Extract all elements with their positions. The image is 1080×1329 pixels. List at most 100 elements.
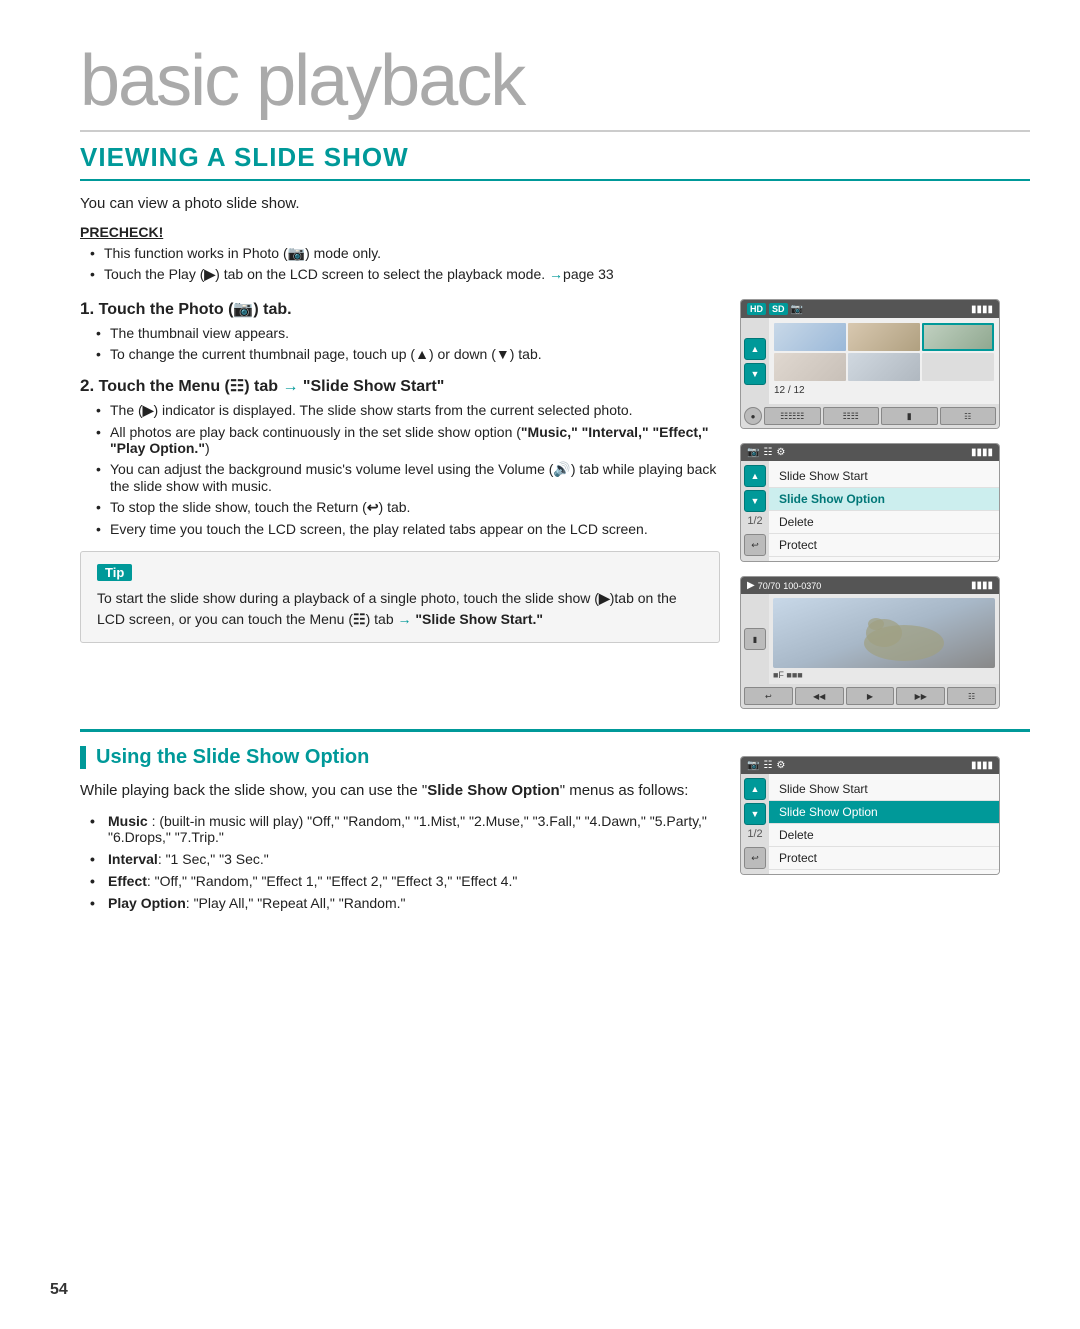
step-2: 2. Touch the Menu (☷) tab → "Slide Show … <box>80 376 720 537</box>
page-number: 54 <box>50 1281 68 1299</box>
camera-body-1: ▲ ▼ 12 / 12 <box>741 318 999 404</box>
camera-ui-4: 📷 ☷ ⚙ ▮▮▮▮ ▲ ▼ 1/2 ↩ <box>740 756 1000 875</box>
thumb-4 <box>774 353 846 381</box>
section-heading: VIEWING A SLIDE SHOW <box>80 142 1030 181</box>
step-1-bullet-2: To change the current thumbnail page, to… <box>96 346 720 362</box>
step-2-bullet-5: Every time you touch the LCD screen, the… <box>96 521 720 537</box>
slide-show-start-item-4[interactable]: Slide Show Start <box>769 778 999 801</box>
dog-silhouette-3 <box>773 598 995 668</box>
up-arrow-btn-4[interactable]: ▲ <box>744 778 766 800</box>
camera-top-bar-3: ▶ 70/70 100-0370 ▮▮▮▮ <box>741 577 999 594</box>
single-btn[interactable]: ▮ <box>881 407 938 425</box>
top-icons-2: 📷 ☷ ⚙ <box>747 447 785 458</box>
subsection-item-effect: Effect: "Off," "Random," "Effect 1," "Ef… <box>90 873 720 889</box>
step-2-bullet-2: All photos are play back continuously in… <box>96 424 720 456</box>
bottom-content: Using the Slide Show Option While playin… <box>80 746 1030 921</box>
return-btn-2[interactable]: ↩ <box>744 534 766 556</box>
bottom-right: 📷 ☷ ⚙ ▮▮▮▮ ▲ ▼ 1/2 ↩ <box>740 746 1030 921</box>
main-content: 1. Touch the Photo (📷) tab. The thumbnai… <box>80 299 1030 709</box>
sd-icon: SD <box>769 303 788 315</box>
camera-ui-2: 📷 ☷ ⚙ ▮▮▮▮ ▲ ▼ 1/2 ↩ Slide Show Start Sl… <box>740 443 1000 562</box>
camera-bottom-bar-3: ↩ ◀◀ ▶ ▶▶ ☷ <box>741 684 999 708</box>
step-2-bullet-4: To stop the slide show, touch the Return… <box>96 499 720 516</box>
precheck-item-1: This function works in Photo (📷) mode on… <box>90 245 1030 262</box>
battery-icon-4: ▮▮▮▮ <box>971 760 993 771</box>
thumb-5 <box>848 353 920 381</box>
page-title: basic playback <box>80 40 1030 132</box>
step-1-header: 1. Touch the Photo (📷) tab. <box>80 299 720 319</box>
battery-indicator-2: ▮▮▮▮ <box>971 447 993 458</box>
camera-bottom-bar-1: ● ☷☷☷ ☷☷ ▮ ☷ <box>741 404 999 428</box>
skip-back-btn[interactable]: ◀◀ <box>795 687 844 705</box>
battery-icon-3: ▮▮▮▮ <box>971 580 993 591</box>
photo-area-3 <box>773 598 995 668</box>
top-icons-1: HD SD 📷 <box>747 303 803 315</box>
precheck-list: This function works in Photo (📷) mode on… <box>80 245 1030 283</box>
thumb-6 <box>922 353 994 381</box>
left-column: 1. Touch the Photo (📷) tab. The thumbnai… <box>80 299 720 709</box>
grid-btn-1[interactable]: ☷☷☷ <box>764 407 821 425</box>
step-2-header: 2. Touch the Menu (☷) tab → "Slide Show … <box>80 376 720 396</box>
up-arrow-btn-1[interactable]: ▲ <box>744 338 766 360</box>
subsection-intro: While playing back the slide show, you c… <box>80 779 720 803</box>
camera-top-bar-1: HD SD 📷 ▮▮▮▮ <box>741 300 999 318</box>
slide-show-option-item-4[interactable]: Slide Show Option <box>769 801 999 824</box>
camera-ui-1: HD SD 📷 ▮▮▮▮ ▲ ▼ <box>740 299 1000 429</box>
up-arrow-btn-2[interactable]: ▲ <box>744 465 766 487</box>
precheck-item-2: Touch the Play (▶) tab on the LCD screen… <box>90 266 1030 283</box>
tip-label: Tip <box>97 564 132 581</box>
down-arrow-btn-1[interactable]: ▼ <box>744 363 766 385</box>
subsection-list: Music : (built-in music will play) "Off,… <box>80 813 720 911</box>
return-btn-4[interactable]: ↩ <box>744 847 766 869</box>
camera-top-bar-4: 📷 ☷ ⚙ ▮▮▮▮ <box>741 757 999 774</box>
menu-body-4: ▲ ▼ 1/2 ↩ Slide Show Start Slide Show Op… <box>741 774 999 874</box>
step-1-list: The thumbnail view appears. To change th… <box>80 325 720 362</box>
battery-icon-2: ▮▮▮▮ <box>971 447 993 458</box>
protect-item-2[interactable]: Protect <box>769 534 999 557</box>
battery-icon-1: ▮▮▮▮ <box>971 304 993 315</box>
file-icon: 100-0370 <box>783 581 821 591</box>
menu-items-list-4: Slide Show Start Slide Show Option Delet… <box>769 774 999 874</box>
camera-content-1: 12 / 12 <box>769 318 999 404</box>
down-arrow-btn-2[interactable]: ▼ <box>744 490 766 512</box>
playback-icon-3: ▶ <box>747 580 755 591</box>
thumb-2 <box>848 323 920 351</box>
resolution-indicator-3: ■F ■■■ <box>773 670 995 680</box>
thumb-3-selected <box>922 323 994 351</box>
camera-body-3: ▮ ■F ■■■ <box>741 594 999 684</box>
tip-box: Tip To start the slide show during a pla… <box>80 551 720 643</box>
volume-btn[interactable]: ▮ <box>744 628 766 650</box>
delete-item-2[interactable]: Delete <box>769 511 999 534</box>
step-2-bullet-3: You can adjust the background music's vo… <box>96 461 720 494</box>
subsection: Using the Slide Show Option While playin… <box>80 729 1030 921</box>
subsection-item-play-option: Play Option: "Play All," "Repeat All," "… <box>90 895 720 911</box>
step-1-bullet-1: The thumbnail view appears. <box>96 325 720 341</box>
record-btn-1[interactable]: ● <box>744 407 762 425</box>
protect-item-4[interactable]: Protect <box>769 847 999 870</box>
gear-icon-4: ⚙ <box>776 760 785 771</box>
camera-top-bar-2: 📷 ☷ ⚙ ▮▮▮▮ <box>741 444 999 461</box>
battery-indicator-3: ▮▮▮▮ <box>971 580 993 591</box>
skip-forward-btn[interactable]: ▶▶ <box>896 687 945 705</box>
gear-icon-2: ⚙ <box>776 447 785 458</box>
down-arrow-btn-4[interactable]: ▼ <box>744 803 766 825</box>
battery-indicator-1: ▮▮▮▮ <box>971 304 993 315</box>
photo-icon-4: 📷 <box>747 760 759 771</box>
subsection-title: Using the Slide Show Option <box>80 746 720 769</box>
list-icon-2: ☷ <box>763 447 772 458</box>
return-btn-3[interactable]: ↩ <box>744 687 793 705</box>
menu-btn-3[interactable]: ☷ <box>947 687 996 705</box>
intro-text: You can view a photo slide show. <box>80 195 1030 212</box>
delete-item-4[interactable]: Delete <box>769 824 999 847</box>
page-indicator-2: 1/2 <box>744 515 766 527</box>
menu-left-nav-2: ▲ ▼ 1/2 ↩ <box>741 461 769 561</box>
play-pause-btn[interactable]: ▶ <box>846 687 895 705</box>
menu-btn-1[interactable]: ☷ <box>940 407 997 425</box>
list-icon-4: ☷ <box>763 760 772 771</box>
slide-show-start-item-2[interactable]: Slide Show Start <box>769 465 999 488</box>
photo-count-1: 12 / 12 <box>774 385 994 396</box>
slide-show-option-item-2[interactable]: Slide Show Option <box>769 488 999 511</box>
step-1: 1. Touch the Photo (📷) tab. The thumbnai… <box>80 299 720 362</box>
grid2-btn[interactable]: ☷☷ <box>823 407 880 425</box>
step-1-number: 1. <box>80 299 94 318</box>
